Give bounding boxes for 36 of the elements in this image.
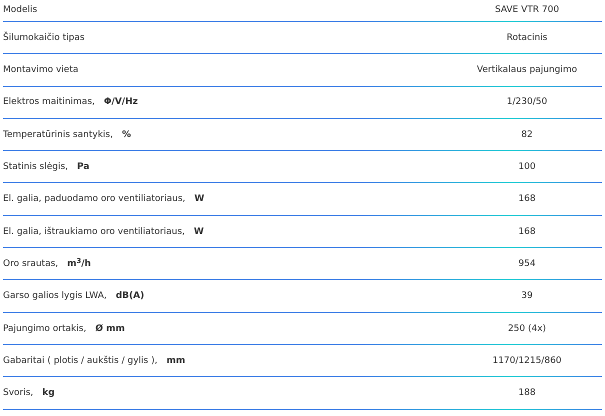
spec-value: 188 [518,387,536,400]
spec-unit: Φ/V/Hz [104,96,138,110]
spec-label: Montavimo vieta [3,64,78,78]
spec-value: SAVE VTR 700 [494,4,560,17]
spec-value: 1/230/50 [506,96,548,110]
spec-value: Vertikalaus pajungimo [476,64,578,78]
spec-label: Modelis [3,4,38,17]
spec-unit: W [194,226,204,239]
spec-unit: W [194,193,204,206]
spec-unit: dB(A) [116,290,144,304]
spec-label: Garso galios lygis LWA, [3,290,107,304]
spec-value: 250 (4x) [508,322,546,336]
spec-value: 39 [521,290,533,304]
spec-unit: kg [42,387,55,400]
spec-value: 82 [521,128,533,142]
spec-label: El. galia, ištraukiamo oro ventiliatoriaus, [3,226,185,239]
spec-unit: % [122,128,131,142]
spec-value: Rotacinis [506,32,548,45]
spec-label: El. galia, paduodamo oro ventiliatoriaus, [3,193,186,206]
spec-label: Temperatūrinis santykis, [3,128,113,142]
spec-label: Pajungimo ortakis, [3,322,86,336]
spec-label: Statinis slėgis, [3,161,68,174]
spec-label: Oro srautas, [3,258,58,271]
spec-value: 1170/1215/860 [492,354,562,368]
spec-unit: Pa [77,161,90,174]
spec-value: 168 [518,193,536,206]
spec-unit: m$^{3}$/h [67,258,91,271]
spec-unit: mm [166,354,186,368]
spec-label: Elektros maitinimas, [3,96,95,110]
spec-label: Svoris, [3,387,34,400]
spec-value: 954 [518,258,536,271]
spec-unit: Ø mm [95,322,125,336]
spec-value: 168 [518,226,536,239]
spec-label: Šilumokaičio tipas [3,32,85,45]
spec-label: Gabaritai ( plotis / aukštis / gylis ), [3,354,158,368]
spec-value: 100 [518,161,536,174]
